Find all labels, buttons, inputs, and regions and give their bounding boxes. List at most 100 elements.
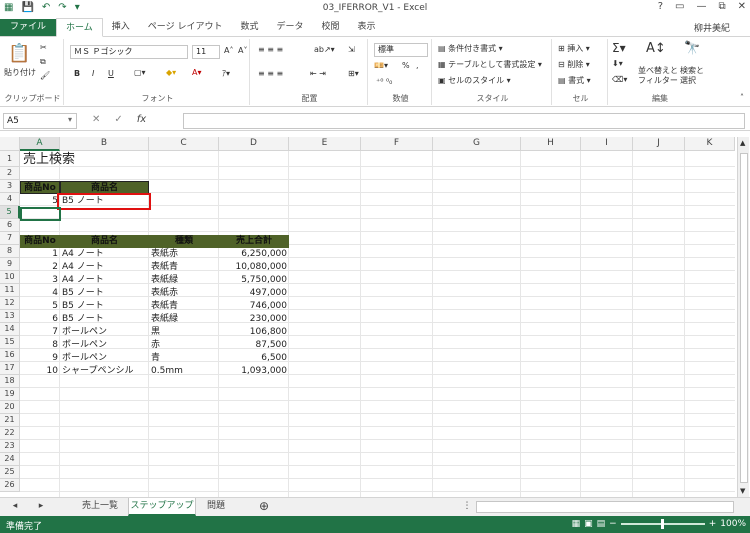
- table-header-total[interactable]: 売上合計: [219, 235, 289, 248]
- scroll-up-icon[interactable]: ▲: [740, 139, 745, 147]
- active-cell-cursor[interactable]: [20, 207, 61, 221]
- decimal-icon[interactable]: ⁺⁰ ⁰₀: [376, 77, 392, 86]
- row-header[interactable]: 25: [0, 466, 20, 479]
- delete-cells-button[interactable]: ⊟ 削除 ▾: [558, 59, 590, 70]
- table-cell-name[interactable]: B5 ノート: [60, 287, 149, 300]
- table-cell-total[interactable]: 106,800: [219, 326, 289, 339]
- worksheet-grid[interactable]: A B C D E F G H I J K 1 2 3 4 5 6 7 8 9 10 11 12 13 1…: [0, 137, 735, 497]
- collapse-ribbon-icon[interactable]: ˄: [740, 93, 744, 102]
- tab-view[interactable]: 表示: [349, 19, 385, 36]
- table-cell-no[interactable]: 3: [20, 274, 60, 287]
- table-header-type[interactable]: 種類: [149, 235, 219, 248]
- cancel-icon[interactable]: ✕: [92, 114, 100, 125]
- help-button[interactable]: ?: [658, 1, 663, 12]
- row-header[interactable]: 4: [0, 193, 20, 206]
- format-painter-icon[interactable]: 🖌: [40, 71, 50, 80]
- indent-icon[interactable]: ⇤ ⇥: [310, 69, 326, 78]
- row-header[interactable]: 20: [0, 401, 20, 414]
- comma-button[interactable]: ,: [416, 61, 419, 70]
- underline-button[interactable]: U: [108, 69, 114, 78]
- table-header-name[interactable]: 商品名: [60, 235, 149, 248]
- row-header[interactable]: 16: [0, 349, 20, 362]
- row-header[interactable]: 26: [0, 479, 20, 492]
- row-header[interactable]: 23: [0, 440, 20, 453]
- table-cell-total[interactable]: 6,250,000: [219, 248, 289, 261]
- insert-cells-button[interactable]: ⊞ 挿入 ▾: [558, 43, 590, 54]
- column-header[interactable]: G: [433, 137, 521, 151]
- row-header[interactable]: 13: [0, 310, 20, 323]
- accounting-icon[interactable]: 💴▾: [374, 61, 388, 70]
- zoom-out-icon[interactable]: −: [609, 519, 617, 529]
- row-header[interactable]: 19: [0, 388, 20, 401]
- format-cells-button[interactable]: ▤ 書式 ▾: [558, 75, 591, 86]
- vertical-scrollbar[interactable]: ▲ ▼: [737, 137, 749, 497]
- page-layout-view-icon[interactable]: ▣: [584, 519, 593, 529]
- row-header[interactable]: 12: [0, 297, 20, 310]
- tab-insert[interactable]: 挿入: [103, 19, 139, 36]
- table-cell-no[interactable]: 4: [20, 287, 60, 300]
- table-cell-no[interactable]: 6: [20, 313, 60, 326]
- table-cell-type[interactable]: 表紙緑: [149, 313, 219, 326]
- table-cell-name[interactable]: A4 ノート: [60, 274, 149, 287]
- row-header[interactable]: 6: [0, 219, 20, 232]
- shrink-font-icon[interactable]: A˅: [238, 46, 247, 55]
- table-cell-type[interactable]: 表紙赤: [149, 248, 219, 261]
- restore-button[interactable]: ⧉: [718, 1, 725, 12]
- column-header[interactable]: H: [521, 137, 581, 151]
- wrap-text-icon[interactable]: ⇲: [348, 45, 355, 54]
- table-cell-type[interactable]: 表紙青: [149, 261, 219, 274]
- table-cell-total[interactable]: 5,750,000: [219, 274, 289, 287]
- enter-icon[interactable]: ✓: [114, 114, 122, 125]
- table-cell-total[interactable]: 230,000: [219, 313, 289, 326]
- sort-filter-icon[interactable]: A↕: [646, 41, 666, 56]
- table-header-no[interactable]: 商品No: [20, 235, 60, 248]
- sheet-tab[interactable]: 問題: [196, 498, 236, 516]
- table-cell-type[interactable]: 表紙青: [149, 300, 219, 313]
- row-header[interactable]: 10: [0, 271, 20, 284]
- sort-filter-label-2[interactable]: フィルター: [638, 75, 678, 86]
- table-cell-no[interactable]: 8: [20, 339, 60, 352]
- fill-color-icon[interactable]: ◆▾: [166, 68, 176, 77]
- table-cell-total[interactable]: 746,000: [219, 300, 289, 313]
- table-cell-name[interactable]: ボールペン: [60, 339, 149, 352]
- table-cell-type[interactable]: 表紙緑: [149, 274, 219, 287]
- name-box[interactable]: A5: [3, 113, 77, 129]
- italic-button[interactable]: I: [92, 69, 94, 78]
- ribbon-display-button[interactable]: ▭: [675, 1, 684, 12]
- prev-sheet-icon[interactable]: ◂: [8, 498, 22, 516]
- table-cell-no[interactable]: 7: [20, 326, 60, 339]
- column-header[interactable]: F: [361, 137, 433, 151]
- page-break-view-icon[interactable]: ▤: [597, 519, 606, 529]
- format-as-table-button[interactable]: ▦ テーブルとして書式設定 ▾: [438, 59, 542, 70]
- table-cell-total[interactable]: 87,500: [219, 339, 289, 352]
- cell-styles-button[interactable]: ▣ セルのスタイル ▾: [438, 75, 511, 86]
- row-header[interactable]: 3: [0, 180, 20, 193]
- table-cell-no[interactable]: 2: [20, 261, 60, 274]
- column-header[interactable]: J: [633, 137, 685, 151]
- table-cell-total[interactable]: 1,093,000: [219, 365, 289, 378]
- row-header[interactable]: 2: [0, 167, 20, 180]
- percent-button[interactable]: %: [402, 61, 410, 70]
- row-header[interactable]: 14: [0, 323, 20, 336]
- column-header[interactable]: D: [219, 137, 289, 151]
- tab-review[interactable]: 校閲: [312, 19, 348, 36]
- row-header[interactable]: 5: [0, 206, 20, 219]
- tab-page-layout[interactable]: ページ レイアウト: [139, 19, 232, 36]
- insert-function-button[interactable]: fx: [137, 114, 146, 125]
- font-size-combo[interactable]: 11: [192, 45, 220, 59]
- table-cell-name[interactable]: ボールペン: [60, 326, 149, 339]
- row-header[interactable]: 1: [0, 151, 20, 167]
- table-cell-type[interactable]: 表紙赤: [149, 287, 219, 300]
- formula-input[interactable]: [183, 113, 745, 129]
- table-cell-type[interactable]: 0.5mm: [149, 365, 219, 378]
- row-header[interactable]: 18: [0, 375, 20, 388]
- name-box-dropdown-icon[interactable]: ▾: [68, 115, 72, 124]
- column-header[interactable]: A: [20, 137, 60, 151]
- select-all-corner[interactable]: [0, 137, 20, 151]
- table-cell-name[interactable]: ボールペン: [60, 352, 149, 365]
- number-format-combo[interactable]: 標準: [374, 43, 428, 57]
- add-sheet-icon[interactable]: ⊕: [256, 498, 272, 516]
- conditional-format-button[interactable]: ▤ 条件付き書式 ▾: [438, 43, 503, 54]
- find-select-icon[interactable]: 🔭: [684, 41, 700, 56]
- hscroll-split-icon[interactable]: ⋮: [462, 498, 472, 516]
